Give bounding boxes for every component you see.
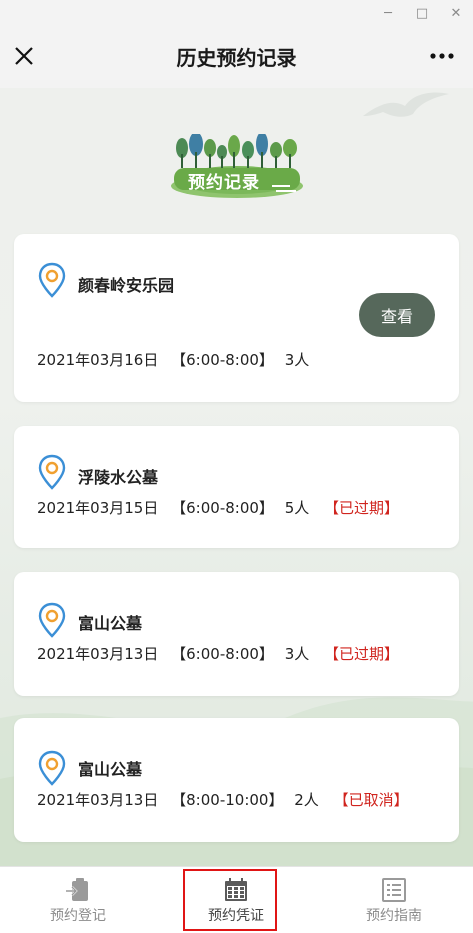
record-people: 2人 xyxy=(294,791,319,809)
record-status: 【已过期】 xyxy=(324,499,400,517)
more-button[interactable] xyxy=(429,46,455,66)
place-name: 颜春岭安乐园 xyxy=(78,276,175,295)
bird-decoration-icon xyxy=(363,92,449,117)
record-slot: 【8:00-10:00】 xyxy=(171,791,284,809)
record-info: 2021年03月16日 【6:00-8:00】 3人 xyxy=(37,349,309,370)
view-button[interactable]: 查看 xyxy=(359,293,435,337)
maximize-button[interactable]: □ xyxy=(412,4,432,22)
record-card[interactable]: 浮陵水公墓 2021年03月15日 【6:00-8:00】 5人 【已过期】 xyxy=(14,426,459,548)
record-card[interactable]: 颜春岭安乐园 查看 2021年03月16日 【6:00-8:00】 3人 xyxy=(14,234,459,402)
location-pin-icon xyxy=(38,262,66,298)
tab-register[interactable]: 预约登记 xyxy=(18,867,138,933)
minimize-button[interactable]: ─ xyxy=(378,4,398,22)
record-info: 2021年03月15日 【6:00-8:00】 5人 【已过期】 xyxy=(37,497,399,518)
location-pin-icon xyxy=(38,750,66,786)
location-pin-icon xyxy=(38,602,66,638)
record-people: 3人 xyxy=(284,351,310,369)
record-info: 2021年03月13日 【6:00-8:00】 3人 【已过期】 xyxy=(37,643,399,664)
page-title: 历史预约记录 xyxy=(176,46,297,70)
bottom-tab-bar: 预约登记 预约凭证 预约指南 xyxy=(0,866,473,933)
record-date: 2021年03月15日 xyxy=(37,499,159,517)
window-close-icon: ✕ xyxy=(450,5,462,21)
tab-guide[interactable]: 预约指南 xyxy=(334,867,454,933)
banner-title: 预约记录 xyxy=(188,173,260,193)
record-card[interactable]: 富山公墓 2021年03月13日 【8:00-10:00】 2人 【已取消】 xyxy=(14,718,459,842)
record-slot: 【6:00-8:00】 xyxy=(171,351,274,369)
place-name: 富山公墓 xyxy=(78,760,143,779)
selected-tab-highlight xyxy=(183,869,277,931)
record-status: 【已取消】 xyxy=(333,791,409,809)
record-slot: 【6:00-8:00】 xyxy=(171,499,274,517)
maximize-icon: □ xyxy=(415,5,429,21)
record-people: 5人 xyxy=(284,499,310,517)
record-card[interactable]: 富山公墓 2021年03月13日 【6:00-8:00】 3人 【已过期】 xyxy=(14,572,459,696)
minimize-icon: ─ xyxy=(384,5,392,21)
record-info: 2021年03月13日 【8:00-10:00】 2人 【已取消】 xyxy=(37,789,409,810)
clipboard-arrow-icon xyxy=(66,878,88,901)
page-header: 历史预约记录 xyxy=(0,26,473,88)
list-document-icon xyxy=(382,878,406,902)
record-status: 【已过期】 xyxy=(324,645,400,663)
location-pin-icon xyxy=(38,454,66,490)
record-people: 3人 xyxy=(284,645,310,663)
record-date: 2021年03月16日 xyxy=(37,351,159,369)
window-titlebar: ─ □ ✕ xyxy=(0,0,473,26)
tab-label: 预约登记 xyxy=(50,908,106,924)
banner: 预约记录 xyxy=(168,132,306,200)
window-close-button[interactable]: ✕ xyxy=(446,4,466,22)
place-name: 富山公墓 xyxy=(78,614,143,633)
record-date: 2021年03月13日 xyxy=(37,645,159,663)
record-slot: 【6:00-8:00】 xyxy=(171,645,274,663)
place-name: 浮陵水公墓 xyxy=(78,468,159,487)
record-date: 2021年03月13日 xyxy=(37,791,159,809)
more-dots-icon xyxy=(430,53,454,59)
tab-label: 预约指南 xyxy=(366,908,422,924)
